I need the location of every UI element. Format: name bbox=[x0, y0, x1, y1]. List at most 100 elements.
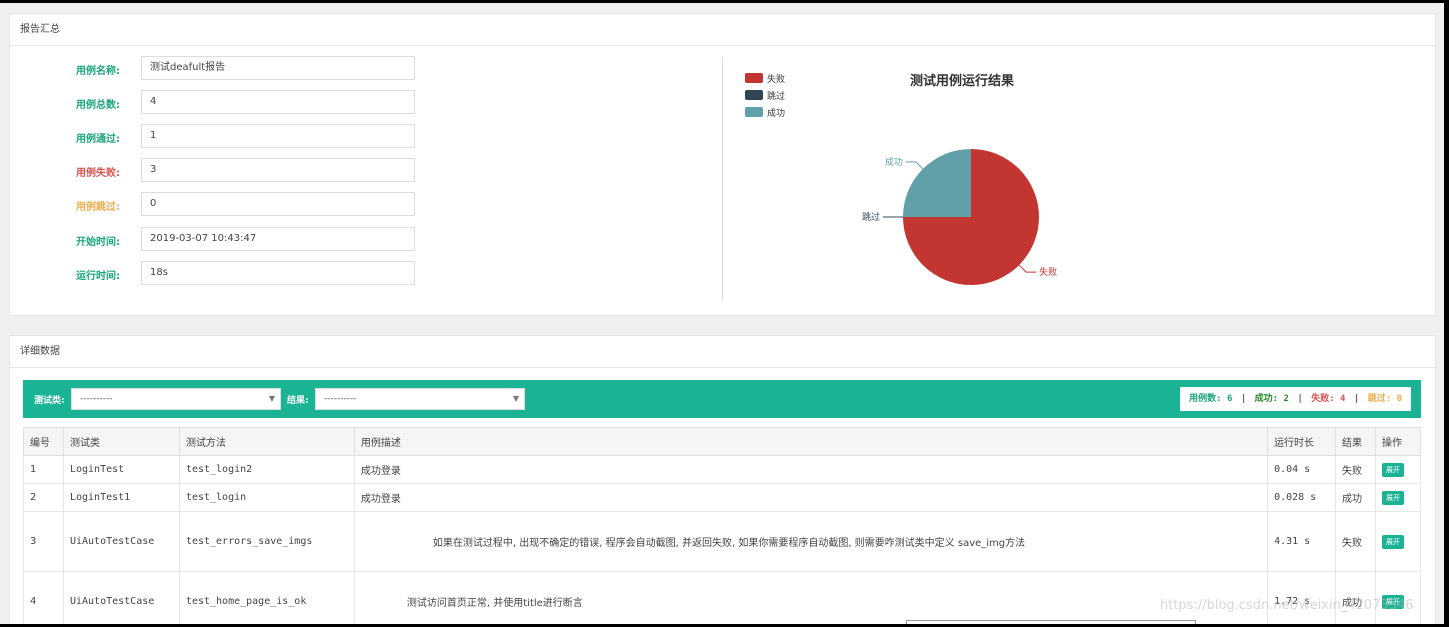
cell-class: LoginTest bbox=[62, 455, 180, 484]
stats-separator: | bbox=[1353, 394, 1360, 404]
stats-fail: 4 bbox=[1340, 394, 1346, 404]
column-header[interactable]: 操作 bbox=[1374, 427, 1422, 456]
column-header[interactable]: 结果 bbox=[1335, 427, 1376, 456]
detail-panel-title: 详细数据 bbox=[10, 336, 1435, 368]
summary-label: 运行时间: bbox=[76, 271, 120, 282]
cell-description: 成功登录 bbox=[353, 455, 1269, 484]
cell-description: 成功登录 bbox=[353, 483, 1269, 512]
test-class-select-value: ---------- bbox=[80, 394, 113, 404]
summary-label: 开始时间: bbox=[76, 237, 120, 248]
summary-row-failed: 用例失败: 3 bbox=[10, 158, 430, 182]
table-header-row: 编号 测试类 测试方法 用例描述 运行时长 结果 操作 bbox=[23, 427, 1422, 456]
legend-label[interactable]: 成功 bbox=[767, 107, 785, 119]
cell-action: 展开 bbox=[1374, 511, 1422, 572]
summary-value: 4 bbox=[141, 90, 415, 114]
cell-action: 展开 bbox=[1374, 455, 1422, 484]
cell-duration: 0.028 s bbox=[1267, 483, 1337, 512]
legend-swatch[interactable] bbox=[745, 90, 763, 100]
stats-total: 6 bbox=[1226, 394, 1233, 404]
summary-value: 2019-03-07 10:43:47 bbox=[141, 227, 415, 251]
cell-result: 失败 bbox=[1335, 455, 1376, 484]
summary-panel: 报告汇总 用例名称: 测试deafult报告 用例总数: 4 用例通过: 1 用… bbox=[9, 13, 1436, 316]
cell-method: test_home_page_is_ok bbox=[178, 571, 355, 624]
cell-class: UiAutoTestCase bbox=[62, 511, 180, 572]
summary-value: 1 bbox=[141, 124, 415, 148]
column-header[interactable]: 用例描述 bbox=[353, 427, 1269, 456]
summary-value: 0 bbox=[141, 192, 415, 216]
cell-duration: 4.31 s bbox=[1267, 511, 1337, 572]
summary-row-start-time: 开始时间: 2019-03-07 10:43:47 bbox=[10, 227, 430, 251]
cell-duration: 0.04 s bbox=[1267, 455, 1337, 484]
chevron-down-icon: ▼ bbox=[512, 394, 519, 403]
cell-description: 测试访问首页正常, 并使用title进行断言 bbox=[353, 571, 1269, 624]
column-header[interactable]: 测试方法 bbox=[178, 427, 355, 456]
summary-divider bbox=[722, 57, 723, 301]
expand-button[interactable]: 展开 bbox=[1381, 462, 1404, 477]
column-header[interactable]: 运行时长 bbox=[1267, 427, 1337, 456]
results-table: 编号 测试类 测试方法 用例描述 运行时长 结果 操作 1 LoginTest … bbox=[23, 427, 1422, 624]
summary-label: 用例失败: bbox=[76, 168, 120, 179]
cell-result: 成功 bbox=[1335, 483, 1376, 512]
summary-label: 用例名称: bbox=[76, 66, 120, 77]
summary-label: 用例通过: bbox=[76, 134, 120, 145]
stats-skip: 0 bbox=[1396, 394, 1402, 404]
stats-separator: | bbox=[1297, 394, 1303, 404]
summary-row-passed: 用例通过: 1 bbox=[10, 124, 430, 148]
result-pie-chart: 测试用例运行结果 失败跳过成功 失败跳过成功 bbox=[745, 73, 1057, 285]
summary-label: 用例跳过: bbox=[76, 202, 120, 213]
summary-value: 测试deafult报告 bbox=[141, 56, 415, 80]
cell-description: 如果在测试过程中, 出现不确定的错误, 程序会自动截图, 并返回失败, 如果你需… bbox=[353, 511, 1269, 572]
cell-id: 4 bbox=[23, 571, 64, 624]
summary-label: 用例总数: bbox=[76, 100, 120, 111]
detail-panel: 详细数据 测试类: ---------- ▼ 结果: ---------- ▼ … bbox=[9, 335, 1436, 624]
cell-action: 展开 bbox=[1374, 483, 1422, 512]
chart-legend[interactable]: 失败跳过成功 bbox=[745, 73, 785, 119]
slice-label: 成功 bbox=[885, 156, 903, 168]
stats-success-label: 成功: bbox=[1254, 394, 1279, 404]
cell-id: 3 bbox=[23, 511, 64, 572]
legend-label[interactable]: 跳过 bbox=[767, 90, 785, 102]
test-class-select[interactable]: ---------- ▼ bbox=[71, 388, 281, 410]
slice-label-line bbox=[1018, 264, 1037, 273]
expand-button[interactable]: 展开 bbox=[1381, 490, 1404, 505]
result-select-value: ---------- bbox=[324, 394, 357, 404]
stats-success: 2 bbox=[1283, 394, 1289, 404]
table-row: 1 LoginTest test_login2 成功登录 0.04 s 失败 展… bbox=[23, 455, 1422, 484]
summary-row-skipped: 用例跳过: 0 bbox=[10, 192, 430, 216]
column-header[interactable]: 测试类 bbox=[62, 427, 180, 456]
cell-id: 1 bbox=[23, 455, 64, 484]
cell-method: test_errors_save_imgs bbox=[178, 511, 355, 572]
summary-panel-title: 报告汇总 bbox=[10, 14, 1435, 46]
filter-result-label: 结果: bbox=[287, 396, 309, 406]
stats-separator: | bbox=[1240, 394, 1247, 404]
tooltip-box bbox=[906, 620, 1196, 624]
summary-row-total: 用例总数: 4 bbox=[10, 90, 430, 114]
stats-total-label: 用例数: bbox=[1189, 394, 1222, 404]
slice-label: 跳过 bbox=[862, 211, 880, 223]
stats-box: 用例数: 6 | 成功: 2 | 失败: 4 | 跳过: 0 bbox=[1180, 387, 1411, 411]
cell-result: 失败 bbox=[1335, 511, 1376, 572]
watermark: https://blog.csdn.net/weixin_42073546 bbox=[1160, 598, 1414, 613]
expand-button[interactable]: 展开 bbox=[1381, 534, 1404, 549]
legend-label[interactable]: 失败 bbox=[767, 73, 785, 85]
filter-bar: 测试类: ---------- ▼ 结果: ---------- ▼ 用例数: … bbox=[23, 380, 1421, 418]
chart-title: 测试用例运行结果 bbox=[910, 73, 1014, 89]
slice-label-line bbox=[905, 161, 924, 170]
table-row: 2 LoginTest1 test_login 成功登录 0.028 s 成功 … bbox=[23, 483, 1422, 512]
result-select[interactable]: ---------- ▼ bbox=[315, 388, 525, 410]
legend-swatch[interactable] bbox=[745, 73, 763, 83]
stats-fail-label: 失败: bbox=[1311, 394, 1335, 404]
chevron-down-icon: ▼ bbox=[268, 394, 275, 403]
chart-slices[interactable] bbox=[903, 149, 1039, 285]
summary-row-name: 用例名称: 测试deafult报告 bbox=[10, 56, 430, 80]
cell-method: test_login bbox=[178, 483, 355, 512]
filter-class-label: 测试类: bbox=[34, 396, 65, 406]
summary-value: 18s bbox=[141, 261, 415, 285]
pie-slice[interactable] bbox=[903, 149, 971, 217]
cell-id: 2 bbox=[23, 483, 64, 512]
column-header[interactable]: 编号 bbox=[23, 427, 64, 456]
legend-swatch[interactable] bbox=[745, 107, 763, 117]
slice-label: 失败 bbox=[1039, 266, 1057, 278]
summary-value: 3 bbox=[141, 158, 415, 182]
table-row: 3 UiAutoTestCase test_errors_save_imgs 如… bbox=[23, 511, 1422, 572]
